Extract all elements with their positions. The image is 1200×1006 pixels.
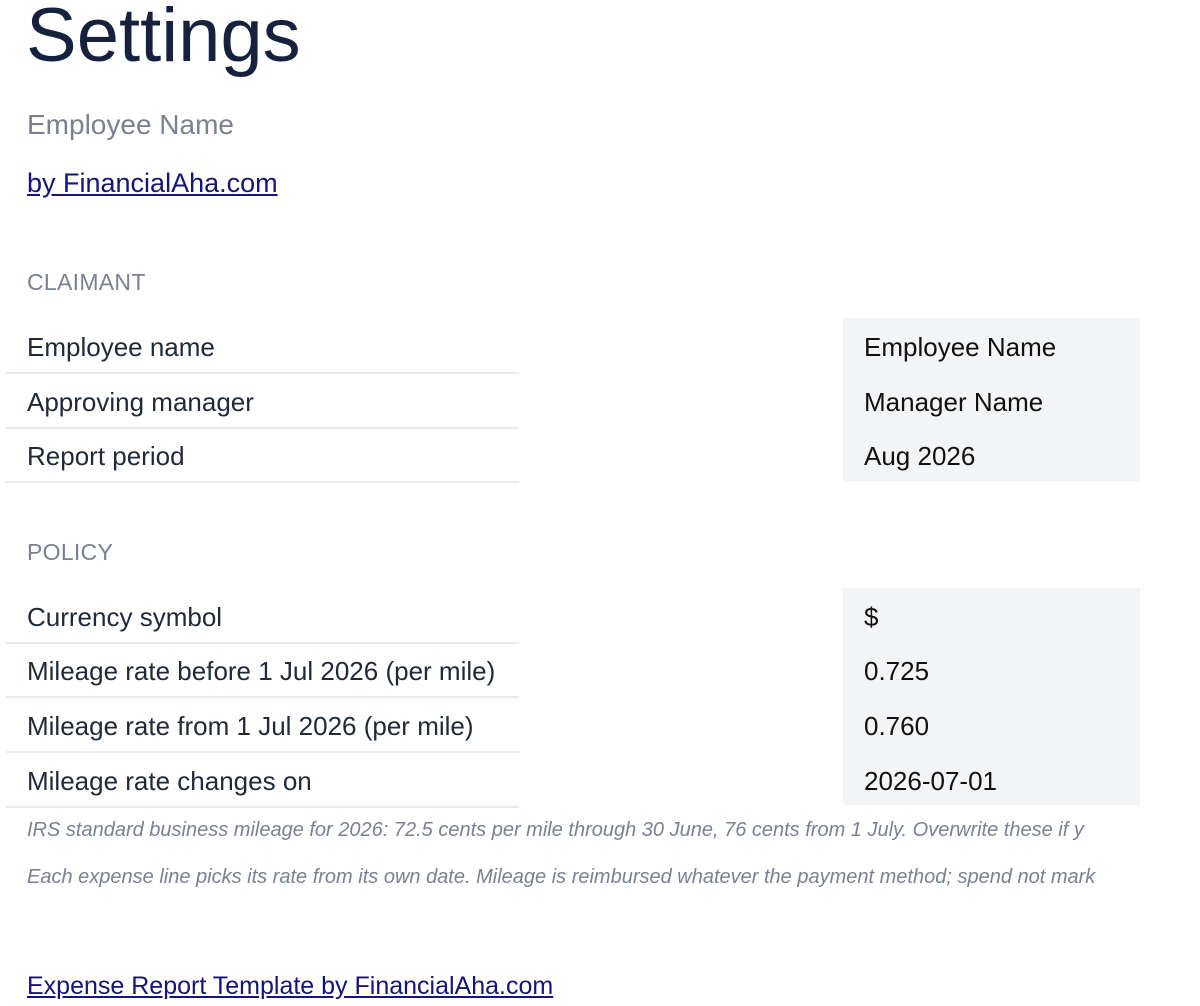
setting-label: Report period (27, 441, 185, 471)
employee-name-field[interactable]: Employee Name (864, 318, 1134, 372)
setting-row-approving-manager: Approving manager Manager Name (0, 373, 1200, 429)
row-divider (6, 481, 519, 483)
footer-template-link[interactable]: Expense Report Template by FinancialAha.… (27, 970, 553, 1002)
setting-row-mileage-rate-change-date: Mileage rate changes on 2026-07-01 (0, 752, 1200, 808)
approving-manager-field[interactable]: Manager Name (864, 373, 1134, 427)
mileage-rate-before-field[interactable]: 0.725 (864, 642, 1134, 696)
setting-label: Mileage rate before 1 Jul 2026 (per mile… (27, 656, 496, 686)
page-subtitle: Employee Name (27, 109, 234, 140)
setting-row-report-period: Report period Aug 2026 (0, 427, 1200, 483)
row-divider (6, 806, 519, 808)
brand-link[interactable]: by FinancialAha.com (27, 167, 278, 199)
policy-note-irs-rate: IRS standard business mileage for 2026: … (27, 819, 1084, 841)
setting-row-employee-name: Employee name Employee Name (0, 318, 1200, 374)
currency-symbol-field[interactable]: $ (864, 588, 1134, 642)
policy-note-rate-selection: Each expense line picks its rate from it… (27, 866, 1096, 888)
section-heading-policy: POLICY (27, 539, 114, 565)
setting-label: Employee name (27, 332, 215, 362)
page-title: Settings (26, 0, 301, 78)
mileage-rate-from-field[interactable]: 0.760 (864, 697, 1134, 751)
section-heading-claimant: CLAIMANT (27, 269, 146, 295)
setting-label: Approving manager (27, 387, 254, 417)
report-period-field[interactable]: Aug 2026 (864, 427, 1134, 481)
setting-label: Mileage rate changes on (27, 766, 312, 796)
setting-row-currency-symbol: Currency symbol $ (0, 588, 1200, 644)
setting-label: Currency symbol (27, 602, 223, 632)
setting-row-mileage-rate-from: Mileage rate from 1 Jul 2026 (per mile) … (0, 697, 1200, 753)
setting-row-mileage-rate-before: Mileage rate before 1 Jul 2026 (per mile… (0, 642, 1200, 698)
mileage-rate-change-date-field[interactable]: 2026-07-01 (864, 752, 1134, 806)
setting-label: Mileage rate from 1 Jul 2026 (per mile) (27, 711, 474, 741)
